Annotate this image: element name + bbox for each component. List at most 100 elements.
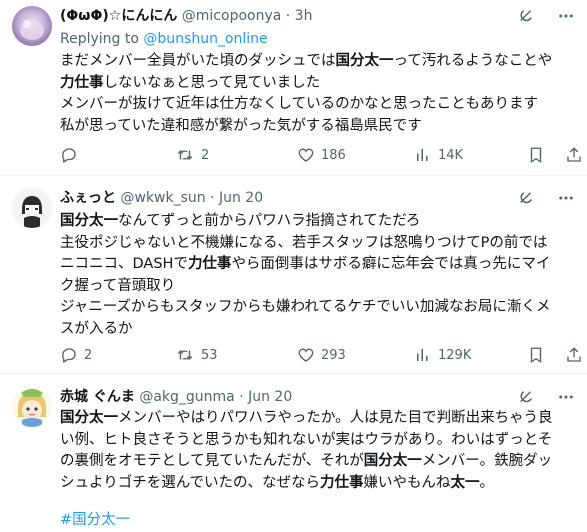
tweet-text: 国分太一メンバーやはりパワハラやったか。人は見た目で判断出来ちゃう良 い例、ヒト良… <box>60 408 577 494</box>
text-segment: しないなぁと思って見ていました <box>103 74 321 91</box>
views-icon <box>414 146 432 164</box>
text-segment: やら面倒事はサボる癖に忘年会では真っ先にマイ <box>231 256 551 272</box>
text-segment: メンバー。鉄腕ダッ <box>421 453 553 469</box>
views-count: 129K <box>438 347 472 363</box>
bold-text: 力仕事 <box>60 74 104 91</box>
bold-text: 力仕事 <box>319 474 364 491</box>
like-button[interactable]: 293 <box>297 345 346 365</box>
tweet-text-line: まだメンバー全員がいた頃のダッシュでは国分太一って汚れるようなことや <box>60 51 577 73</box>
grok-icon[interactable] <box>517 7 535 25</box>
bold-text: 力仕事 <box>187 256 232 272</box>
handle-and-time[interactable]: @akg_gunma · Jun 20 <box>139 389 292 405</box>
text-segment: い例、ヒト良さそうと思うかも知れないが実はウラがあり。わいはずっとそ <box>60 431 553 448</box>
handle-and-time[interactable]: @wkwk_sun · Jun 20 <box>120 190 263 206</box>
tweet-text-line: 国分太一メンバーやはりパワハラやったか。人は見た目で判断出来ちゃう良 <box>60 408 577 430</box>
views-icon <box>414 346 432 364</box>
grok-icon[interactable] <box>517 189 535 207</box>
tweet-text-line: い例、ヒト良さそうと思うかも知れないが実はウラがあり。わいはずっとそ <box>60 430 577 452</box>
tweet-text-line: シュよりゴチを選んでいたの、なぜなら力仕事嫌いやもんね太一。 <box>60 473 577 495</box>
tweet-1[interactable]: (ΦωΦ)☆にんにん @micopoonya · 3h Replying to … <box>0 0 587 176</box>
views-button[interactable]: 129K <box>414 345 471 365</box>
text-segment: メンバーが抜けて近年は仕方なくしているのかなと思ったこともあります <box>60 96 539 112</box>
retweet-button[interactable]: 2 <box>175 145 209 165</box>
tweet-text-line: 力仕事しないなぁと思って見ていました <box>60 73 577 95</box>
bookmark-button[interactable] <box>527 345 545 365</box>
retweet-count: 53 <box>201 347 218 363</box>
text-segment: ク握って音頭取り <box>60 277 176 294</box>
tweet-text-line: メンバーが抜けて近年は仕方なくしているのかなと思ったこともあります <box>60 94 577 116</box>
tweet-text-line: スが入るか <box>60 319 577 341</box>
tweet-text-line: の裏側をオモテとして見ていたんだが、それが国分太一メンバー。鉄腕ダッ <box>60 451 577 473</box>
like-count: 186 <box>321 147 346 163</box>
retweet-button[interactable]: 53 <box>175 345 218 365</box>
text-segment: 嫌いやもんね <box>363 474 451 491</box>
grok-icon[interactable] <box>517 388 535 406</box>
display-name[interactable]: ふぇっと <box>60 190 116 206</box>
action-bar: 2 186 14K <box>60 145 583 165</box>
tweet-3[interactable]: 赤城 ぐんま @akg_gunma · Jun 20 国分太一メンバーやはりパワ… <box>0 374 587 532</box>
replying-to-label: Replying to <box>60 31 144 47</box>
tweet-text: まだメンバー全員がいた頃のダッシュでは国分太一って汚れるようなことや 力仕事しない… <box>60 51 577 137</box>
tweet-text-line: 私が思っていた違和感が繋がった気がする福島県民です <box>60 116 577 138</box>
views-count: 14K <box>438 147 464 163</box>
avatar[interactable] <box>12 188 52 228</box>
like-icon <box>297 146 315 164</box>
views-button[interactable]: 14K <box>414 145 463 165</box>
bookmark-button[interactable] <box>527 145 545 165</box>
tweet-2[interactable]: ふぇっと @wkwk_sun · Jun 20 国分太一なんてずっと前からパワハ… <box>0 176 587 374</box>
text-segment: 私が思っていた違和感が繋がった気がする福島県民です <box>60 117 422 134</box>
retweet-count: 2 <box>201 147 210 163</box>
bookmark-icon <box>527 346 545 364</box>
text-segment: 。 <box>479 474 494 491</box>
text-segment: ジャニーズからもスタッフからも嫌われてるケチでいい加減なお局に漸くメ <box>60 299 551 315</box>
share-icon <box>565 146 583 164</box>
display-name[interactable]: 赤城 ぐんま <box>60 389 135 405</box>
text-segment: の裏側をオモテとして見ていたんだが、それが <box>60 453 364 469</box>
display-name[interactable]: (ΦωΦ)☆にんにん <box>60 8 177 24</box>
reply-count: 2 <box>84 347 93 363</box>
retweet-icon <box>175 346 195 364</box>
text-segment: スが入るか <box>60 320 133 337</box>
avatar[interactable] <box>12 6 52 46</box>
bold-text: 国分太一 <box>335 53 394 69</box>
reply-button[interactable] <box>60 145 84 165</box>
retweet-icon <box>175 146 195 164</box>
text-segment: って汚れるようなことや <box>393 53 553 69</box>
tweet-text-line: ジャニーズからもスタッフからも嫌われてるケチでいい加減なお局に漸くメ <box>60 297 577 319</box>
tweet-text: 国分太一なんてずっと前からパワハラ指摘されてただろ 主役ポジじゃないと不機嫌になる… <box>60 211 577 340</box>
like-button[interactable]: 186 <box>297 145 346 165</box>
tweet-text-line: 主役ポジじゃないと不機嫌になる、若手スタッフは怒鳴りつけてPの前では <box>60 233 577 255</box>
share-button[interactable] <box>565 345 583 365</box>
bold-text: 国分太一 <box>60 213 118 229</box>
replying-to: Replying to @bunshun_online <box>60 29 268 49</box>
text-segment: シュよりゴチを選んでいたの、なぜなら <box>60 474 320 491</box>
hashtag-link[interactable]: #国分太一 <box>60 512 130 528</box>
share-icon <box>565 346 583 364</box>
hashtag-line: #国分太一 <box>60 510 577 532</box>
share-button[interactable] <box>565 145 583 165</box>
bold-text: 太一 <box>450 474 480 491</box>
tweet-text-line: 国分太一なんてずっと前からパワハラ指摘されてただろ <box>60 211 577 233</box>
text-segment: メンバーやはりパワハラやったか。人は見た目で判断出来ちゃう良 <box>118 410 553 426</box>
like-icon <box>297 346 315 364</box>
action-bar: 2 53 293 129K <box>60 345 583 365</box>
bold-text: 国分太一 <box>60 410 118 426</box>
reply-icon <box>60 146 78 164</box>
avatar[interactable] <box>12 387 52 427</box>
bookmark-icon <box>527 146 545 164</box>
text-segment: 主役ポジじゃないと不機嫌になる、若手スタッフは怒鳴りつけてPの前では <box>60 234 548 251</box>
bold-text: 国分太一 <box>363 453 422 469</box>
text-segment: ニコニコ、DASHで <box>60 256 188 272</box>
text-segment: なんてずっと前からパワハラ指摘されてただろ <box>118 213 421 229</box>
text-segment: まだメンバー全員がいた頃のダッシュでは <box>60 53 336 69</box>
reply-button[interactable]: 2 <box>60 345 92 365</box>
tweet-text-line: ニコニコ、DASHで力仕事やら面倒事はサボる癖に忘年会では真っ先にマイ <box>60 254 577 276</box>
like-count: 293 <box>321 347 346 363</box>
tweet-text-line: ク握って音頭取り <box>60 276 577 298</box>
more-icon[interactable] <box>557 388 575 406</box>
more-icon[interactable] <box>557 189 575 207</box>
replying-to-link[interactable]: @bunshun_online <box>143 31 267 47</box>
handle-and-time[interactable]: @micopoonya · 3h <box>182 8 313 24</box>
reply-icon <box>60 346 78 364</box>
more-icon[interactable] <box>557 7 575 25</box>
